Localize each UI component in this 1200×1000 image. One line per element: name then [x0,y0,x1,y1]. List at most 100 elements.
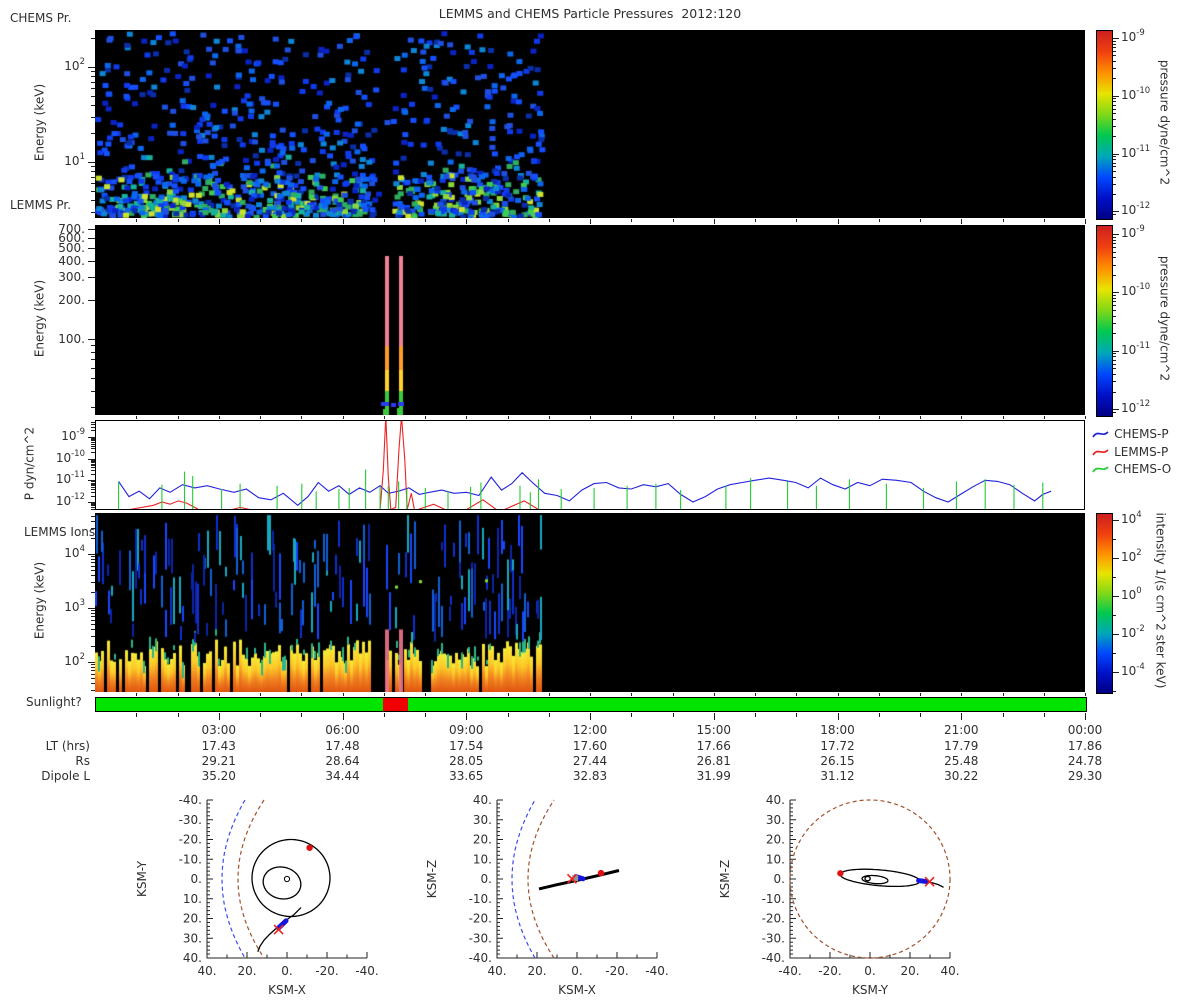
sunlight-bar [95,697,1087,712]
orbit-tick-label: 40. [766,793,785,807]
colorbar-tick-label: 104 [1121,510,1142,526]
axis-tick [507,693,509,696]
ephemeris-value: 28.64 [325,753,360,768]
axis-tick [91,664,95,666]
orbit-tick-label: 10. [766,852,785,866]
axis-tick [91,104,95,106]
row-label-lt-hrs-: LT (hrs) [45,738,90,753]
panel-label-lemms-ions: LEMMS Ions [24,525,96,539]
cb-pressure-mid [1096,225,1113,417]
axis-tick [920,219,921,222]
axis-tick [91,344,95,346]
axis-tick [91,462,95,464]
axis-tick [878,219,880,222]
axis-tick [91,570,95,572]
axis-tick [301,693,303,696]
orbit-tick-label: 20. [900,964,919,978]
axis-tick [177,219,179,222]
axis-tick [548,693,550,696]
axis-tick [1002,713,1004,717]
axis-tick [260,693,261,696]
axis-tick [920,713,921,717]
axis-tick [631,219,633,222]
axis-tick [1113,653,1116,654]
axis-tick [631,416,633,419]
axis-tick [1113,274,1116,276]
ephemeris-value: 29.30 [1067,769,1103,784]
orbit-tick-label: -30. [179,813,202,827]
axis-tick [1113,113,1116,115]
axis-tick [755,416,756,419]
axis-tick [91,673,95,675]
axis-tick [1113,68,1116,70]
ephemeris-value: 25.48 [944,753,979,768]
axis-tick [91,559,95,561]
axis-tick-label: 102 [64,57,85,73]
axis-tick [88,276,95,278]
axis-tick [91,565,95,567]
axis-tick [1113,381,1116,383]
ephemeris-value: 28.05 [449,753,484,768]
colorbar-tick-label: 10-11 [1121,143,1151,160]
axis-tick [342,219,344,224]
ephemeris-value: 34.44 [325,769,360,784]
axis-tick [1113,315,1116,317]
orbit-plot-ksmx-ksmy: -40. -30. -20. -10. 0. 10. 20. 30. 40.40. 20. 0. -2… [135,793,379,997]
ephemeris-value: 29.21 [201,753,236,768]
ephemeris-value: 31.12 [820,769,855,784]
axis-tick [88,608,95,609]
ephemeris-value: 35.20 [201,769,236,784]
ephemeris-value: 26.15 [820,753,855,768]
axis-tick-label: 10-11 [55,470,85,487]
axis-tick [91,678,95,680]
time-tick-label: 12:00 [572,723,608,737]
legend-item-label: CHEMS-O [1114,462,1172,476]
axis-tick [1043,713,1045,717]
orbit-tick-label: -20. [605,964,628,978]
axis-tick [91,562,95,564]
orbit-tick-label: 20. [237,964,256,978]
orbit-tick-label: -20. [469,912,492,926]
axis-tick [91,504,95,506]
orbit-tick-label: 40. [183,951,202,965]
ephemeris-value: 17.86 [1067,738,1103,753]
axis-tick [91,624,95,626]
colorbar-tick-label: 10-9 [1121,224,1145,240]
axis-tick [425,713,426,717]
axis-tick [590,219,591,224]
axis-tick [136,693,138,696]
axis-tick [91,71,95,73]
axis-tick [1113,353,1116,355]
axis-tick [91,166,95,168]
row-label-rs: Rs [75,753,90,768]
axis-tick [91,591,95,593]
orbit-tick-label: 0. [281,964,292,978]
axis-tick [91,489,95,491]
axis-tick [91,481,95,483]
axis-tick [1113,78,1116,80]
orbit-xaxis-title: KSM-X [558,983,596,997]
pressure-lines-svg [116,416,1052,514]
axis-tick [548,219,550,222]
lemms-chems-pressure-plot-page: LEMMS and CHEMS Particle Pressures 2012:… [0,0,1200,1000]
axis-tick [91,486,95,488]
axis-tick [1002,219,1004,222]
orbit-tick-label: -40. [762,951,785,965]
axis-tick [91,491,95,493]
axis-tick [796,713,798,717]
axis-tick [1113,108,1116,110]
orbit-tick-label: 40. [487,964,506,978]
cb-intensity [1096,513,1113,694]
axis-tick [91,437,95,439]
axis-tick [1113,301,1116,303]
axis-tick [713,416,715,419]
axis-tick [1113,292,1119,294]
axis-tick [91,430,95,432]
ephemeris-value: 30.22 [944,769,979,784]
axis-tick [91,95,95,97]
orbit-tick-label: -40. [778,964,801,978]
axis-tick [1113,295,1116,297]
ylabel-pressure: P dyn/cm^2 [22,426,37,501]
axis-tick [91,467,95,469]
axis-tick [837,219,839,224]
